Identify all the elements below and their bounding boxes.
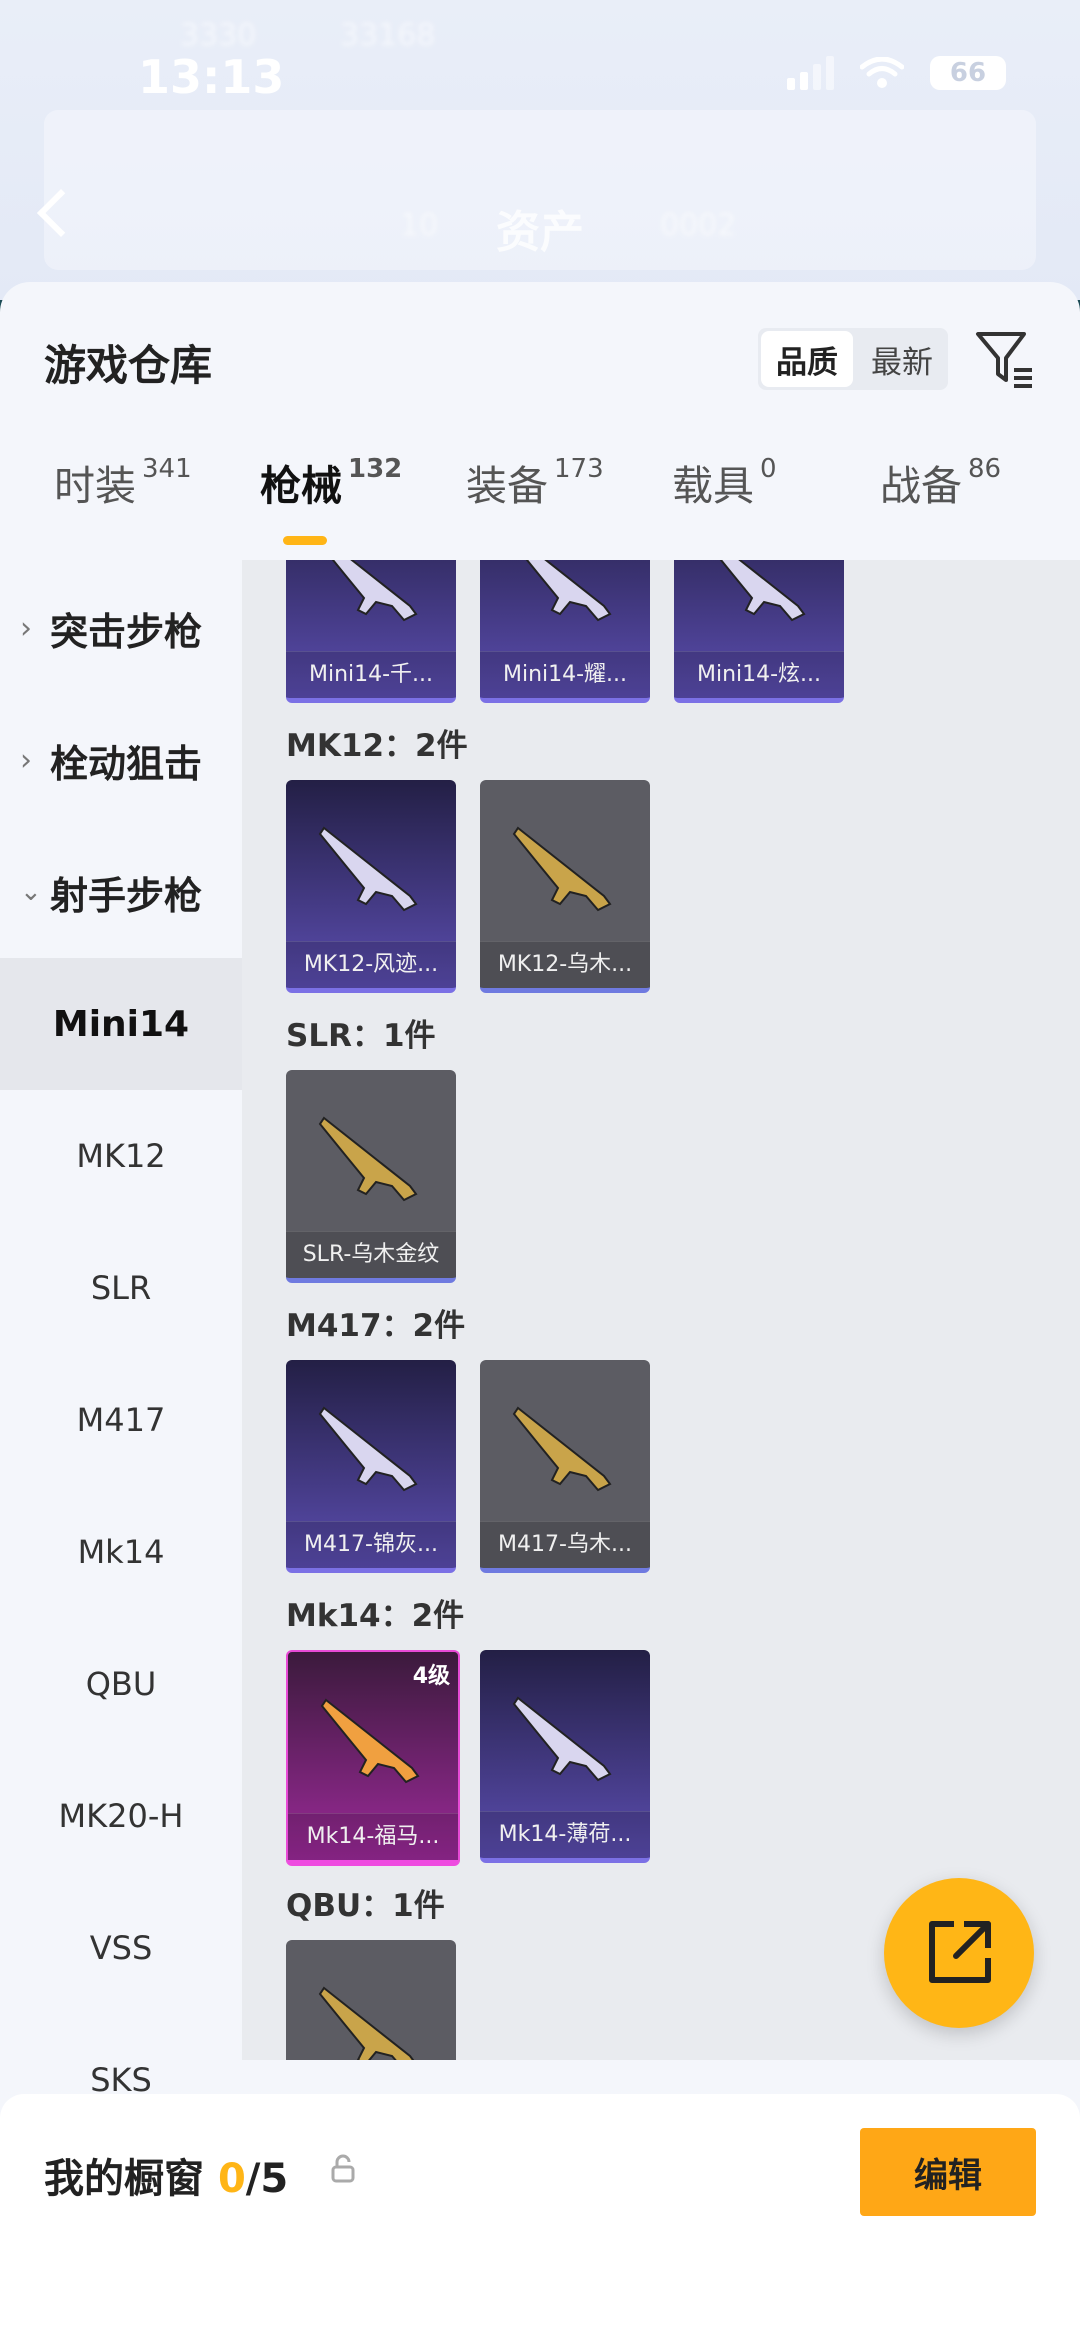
item-card[interactable]: Mini14-耀... [480, 560, 650, 703]
item-card[interactable]: Mk14-薄荷... [480, 1650, 650, 1863]
item-name: M417-乌木... [480, 1521, 650, 1568]
chevron-right-icon: › [20, 610, 32, 646]
item-card[interactable] [286, 1940, 456, 2060]
item-card[interactable]: Mini14-炫... [674, 560, 844, 703]
sidebar-item-mk14[interactable]: Mk14 [0, 1486, 242, 1618]
tab-label: 战备 [880, 462, 962, 510]
rifle-icon [719, 560, 806, 622]
sidebar-category-bolt-sniper[interactable]: › 栓动狙击 [0, 694, 242, 826]
showcase-bar: 我的橱窗 0/5 编辑 [0, 2094, 1080, 2341]
chevron-right-icon: › [20, 742, 32, 778]
item-card[interactable]: M417-锦灰... [286, 1360, 456, 1573]
rifle-icon [318, 826, 418, 912]
group-title: M417：2件 [286, 1308, 466, 1344]
sidebar-category-assault-rifle[interactable]: › 突击步枪 [0, 562, 242, 694]
showcase-count: 0 [217, 2156, 246, 2202]
blur-text: 10 [400, 208, 439, 243]
item-name: Mini14-炫... [674, 651, 844, 698]
sidebar-item-mk20h[interactable]: MK20-H [0, 1750, 242, 1882]
rifle-icon [331, 560, 418, 622]
sidebar-item-qbu[interactable]: QBU [0, 1618, 242, 1750]
rifle-icon [512, 826, 612, 912]
sidebar-item-slr[interactable]: SLR [0, 1222, 242, 1354]
sort-quality-button[interactable]: 品质 [761, 331, 853, 387]
battery-icon: 66 [930, 56, 1006, 90]
item-card[interactable]: 4级 Mk14-福马... [286, 1650, 460, 1866]
sheet-header: 游戏仓库 品质 最新 [0, 282, 1080, 422]
group-title: Mk14：2件 [286, 1598, 465, 1634]
tab-gear[interactable]: 战备 86 [880, 452, 1001, 512]
rifle-icon [320, 1698, 420, 1784]
showcase-title: 我的橱窗 0/5 [44, 2146, 288, 2204]
tab-count: 86 [968, 454, 1002, 485]
warehouse-sheet: 游戏仓库 品质 最新 时装 341 枪械 132 装备 173 载具 0 战备 86 [0, 282, 1080, 2341]
rifle-icon [525, 560, 612, 622]
tab-count: 132 [348, 454, 403, 485]
sidebar-item-vss[interactable]: VSS [0, 1882, 242, 2014]
rifle-icon [318, 1406, 418, 1492]
sheet-title: 游戏仓库 [44, 341, 213, 390]
tab-label: 枪械 [260, 462, 342, 510]
item-name: Mini14-耀... [480, 651, 650, 698]
category-tabs: 时装 341 枪械 132 装备 173 载具 0 战备 86 [0, 452, 1080, 560]
sidebar-item-mk12[interactable]: MK12 [0, 1090, 242, 1222]
item-card[interactable]: Mini14-千... [286, 560, 456, 703]
rifle-icon [512, 1696, 612, 1782]
lock-icon [331, 2154, 355, 2183]
tab-label: 载具 [672, 462, 754, 510]
rifle-icon [318, 1116, 418, 1202]
item-name: Mini14-千... [286, 651, 456, 698]
share-icon [929, 1921, 991, 1983]
status-bar: 13:13 66 [0, 0, 1080, 120]
item-card[interactable]: SLR-乌木金纹 [286, 1070, 456, 1283]
tab-equipment[interactable]: 装备 173 [466, 452, 604, 512]
group-title: SLR：1件 [286, 1018, 436, 1054]
sidebar-item-m417[interactable]: M417 [0, 1354, 242, 1486]
item-card[interactable]: M417-乌木... [480, 1360, 650, 1573]
active-tab-indicator [283, 536, 327, 545]
item-name: SLR-乌木金纹 [286, 1231, 456, 1278]
edit-button[interactable]: 编辑 [860, 2128, 1036, 2216]
chevron-down-icon: ⌄ [20, 877, 42, 907]
page-title: 资产 [496, 207, 584, 258]
tab-count: 341 [142, 454, 192, 485]
sidebar: › 突击步枪 › 栓动狙击 ⌄ 射手步枪 Mini14 MK12 SLR M41… [0, 560, 242, 2099]
filter-icon[interactable] [974, 328, 1034, 392]
rifle-icon [512, 1406, 612, 1492]
signal-icon [787, 56, 834, 90]
tab-vehicles[interactable]: 载具 0 [672, 452, 777, 512]
tab-fashion[interactable]: 时装 341 [54, 452, 192, 512]
item-name: Mk14-福马... [288, 1813, 458, 1860]
tab-count: 0 [760, 454, 777, 485]
sidebar-category-label: 射手步枪 [50, 873, 203, 918]
item-card[interactable]: MK12-乌木... [480, 780, 650, 993]
tab-count: 173 [554, 454, 604, 485]
item-name: M417-锦灰... [286, 1521, 456, 1568]
item-name: MK12-风迹... [286, 941, 456, 988]
wifi-icon [860, 57, 904, 88]
rifle-icon [318, 1986, 415, 2060]
tab-label: 时装 [54, 462, 136, 510]
item-card[interactable]: MK12-风迹... [286, 780, 456, 993]
sidebar-category-label: 突击步枪 [50, 609, 203, 654]
item-name: Mk14-薄荷... [480, 1811, 650, 1858]
tab-label: 装备 [466, 462, 548, 510]
sidebar-category-label: 栓动狙击 [50, 741, 203, 786]
status-time: 13:13 [138, 50, 285, 104]
tab-guns[interactable]: 枪械 132 [260, 452, 402, 512]
item-name: MK12-乌木... [480, 941, 650, 988]
share-button[interactable] [884, 1878, 1034, 2028]
sidebar-item-mini14[interactable]: Mini14 [0, 958, 242, 1090]
showcase-label: 我的橱窗 [44, 2156, 204, 2202]
sidebar-category-marksman-rifle[interactable]: ⌄ 射手步枪 [0, 826, 242, 958]
group-title: MK12：2件 [286, 728, 468, 764]
sort-newest-button[interactable]: 最新 [856, 328, 948, 390]
item-grid: Mini14-千... Mini14-耀... Mini14-炫... MK12：2件… [242, 560, 1080, 2060]
level-badge: 4级 [412, 1664, 450, 1689]
showcase-total: /5 [245, 2156, 289, 2202]
group-title: QBU：1件 [286, 1888, 445, 1924]
sort-toggle: 品质 最新 [758, 328, 948, 390]
blur-text: 0002 [660, 208, 737, 243]
